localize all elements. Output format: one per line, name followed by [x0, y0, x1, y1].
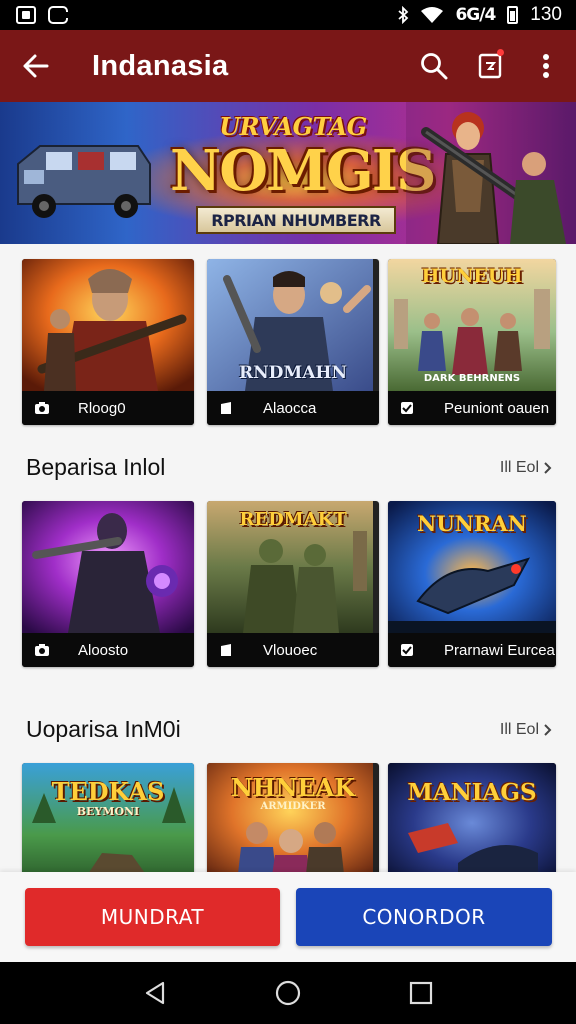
more-button[interactable]: [518, 30, 574, 102]
card-title: Rloog0: [78, 399, 126, 417]
page-title: Indanasia: [92, 49, 229, 82]
card-art: TEDKAS BEYMONI: [22, 763, 194, 883]
game-card[interactable]: Aloosto: [22, 501, 194, 667]
section-title: Beparisa Inlol: [26, 454, 166, 480]
camera-icon: [34, 401, 62, 415]
triangle-back-icon: [145, 981, 164, 1005]
nav-back-button[interactable]: [130, 968, 180, 1018]
card-art-sublabel: ARMIDKER: [260, 801, 326, 812]
nav-recents-button[interactable]: [396, 968, 446, 1018]
inbox-button[interactable]: [462, 30, 518, 102]
card-caption: Rloog0: [22, 391, 194, 425]
promo-banner[interactable]: URVAGTAG NOMGIS RPRIAN NHUMBERR: [0, 102, 576, 244]
card-art-label: RNDMAHN: [238, 363, 348, 383]
app-screen: 6G/4 130 Indanasia URVAGTAG NOMGIS RPRIA…: [0, 0, 576, 1024]
card-caption: Prarnawi Eurcea: [388, 633, 556, 667]
clock: 130: [530, 4, 562, 25]
card-art-label: HUNEUH: [421, 265, 523, 287]
camera-icon: [34, 643, 62, 657]
arrow-left-icon: [23, 54, 49, 78]
section-title: Uoparisa InM0i: [26, 716, 181, 742]
card-art: [22, 501, 194, 633]
section-header: Uoparisa InM0i Ill Eol: [26, 716, 552, 743]
app-bar: Indanasia: [0, 30, 576, 102]
card-art: MANIAGS: [388, 763, 556, 883]
card-title: Peuniont oauen: [444, 399, 550, 417]
card-art-sublabel: DARK BEHRNENS: [423, 373, 521, 384]
banner-ribbon: RPRIAN NHUMBERR: [196, 206, 396, 234]
card-caption: Peuniont oauen: [388, 391, 556, 425]
card-art-label: NUNRAN: [417, 511, 527, 536]
gallery-notification-icon: [16, 6, 36, 24]
game-card[interactable]: NUNRAN Prarnawi Eurcea: [388, 501, 556, 667]
secondary-action-button[interactable]: CONORDOR: [296, 888, 552, 946]
card-art-label: NHNEAK: [230, 773, 356, 802]
section-header: Beparisa Inlol Ill Eol: [26, 454, 552, 481]
card-art: HUNEUH DARK BEHRNENS: [388, 259, 556, 391]
tablet-icon: [219, 643, 247, 657]
cast-notification-icon: [48, 6, 70, 24]
system-nav-bar: [0, 962, 576, 1024]
bluetooth-icon: [398, 6, 409, 24]
game-card[interactable]: TEDKAS BEYMONI: [22, 763, 194, 883]
card-caption: Vlouoec: [207, 633, 379, 667]
circle-home-icon: [275, 980, 301, 1006]
banner-top-text: URVAGTAG: [219, 112, 367, 141]
ninja-warrior-art: [22, 501, 194, 633]
card-title: Aloosto: [78, 641, 129, 659]
card-art: NHNEAK ARMIDKER: [207, 763, 379, 883]
see-more-label: Ill Eol: [499, 720, 539, 738]
see-more-label: Ill Eol: [499, 458, 539, 476]
primary-action-button[interactable]: MUNDRAT: [25, 888, 280, 946]
card-art: RNDMAHN: [207, 259, 379, 391]
signal-text: 6G/4: [455, 5, 496, 25]
card-art-label: TEDKAS: [51, 777, 165, 806]
card-art-label: MANIAGS: [407, 779, 537, 806]
wifi-icon: [421, 6, 444, 23]
battery-icon: [507, 6, 519, 24]
card-art: REDMAKT: [207, 501, 379, 633]
game-card[interactable]: Rloog0: [22, 259, 194, 425]
card-title: Alaocca: [263, 399, 317, 417]
armored-van-art: [17, 145, 151, 218]
search-button[interactable]: [406, 30, 462, 102]
notification-dot: [497, 49, 504, 56]
tablet-icon: [219, 401, 247, 415]
card-title: Prarnawi Eurcea: [444, 641, 555, 659]
card-title: Vlouoec: [263, 641, 318, 659]
card-art: [22, 259, 194, 391]
square-recents-icon: [410, 981, 433, 1005]
more-vertical-icon: [543, 54, 549, 78]
game-card[interactable]: MANIAGS: [388, 763, 556, 883]
chevron-right-icon: [544, 461, 552, 474]
card-caption: Alaocca: [207, 391, 379, 425]
search-icon: [421, 53, 448, 80]
action-bar: MUNDRAT CONORDOR: [0, 872, 576, 962]
warrior-hero-art: [406, 102, 576, 244]
card-art-label: REDMAKT: [239, 509, 347, 530]
notification-box-icon: [478, 53, 502, 79]
see-more-link[interactable]: Ill Eol: [500, 459, 552, 477]
card-art: NUNRAN: [388, 501, 556, 633]
see-more-link[interactable]: Ill Eol: [500, 721, 552, 739]
card-art-sublabel: BEYMONI: [76, 805, 140, 818]
nav-home-button[interactable]: [263, 968, 313, 1018]
card-caption: Aloosto: [22, 633, 194, 667]
game-card[interactable]: NHNEAK ARMIDKER: [207, 763, 379, 883]
back-button[interactable]: [0, 30, 70, 102]
check-box-icon: [400, 643, 428, 657]
chevron-right-icon: [544, 723, 552, 736]
banner-title: NOMGIS: [170, 138, 436, 204]
game-card[interactable]: RNDMAHN Alaocca: [207, 259, 379, 425]
status-bar: 6G/4 130: [0, 0, 576, 30]
status-left: [16, 6, 70, 24]
rogue-warrior-art: [22, 259, 194, 391]
game-card[interactable]: REDMAKT Vlouoec: [207, 501, 379, 667]
check-box-icon: [400, 401, 428, 415]
status-right: 6G/4 130: [397, 4, 562, 26]
game-card[interactable]: HUNEUH DARK BEHRNENS Peuniont oauen: [388, 259, 556, 425]
